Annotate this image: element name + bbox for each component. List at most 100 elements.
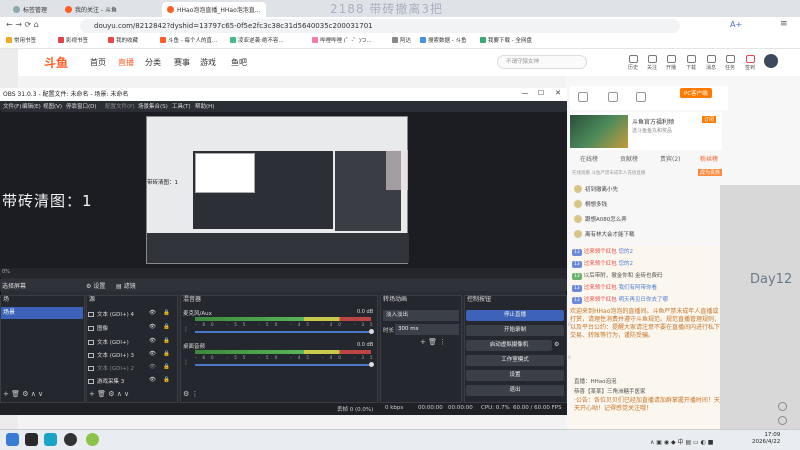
obs-icon[interactable] [64,433,77,446]
transition-buttons[interactable]: + 🗑 ⋮ [420,338,446,346]
lock-icon: 🔒 [163,364,170,370]
source-item[interactable]: 文本 (GDI+) 👁 🔒 [88,338,176,346]
system-tray[interactable]: ∧ ▣ ◉ ◆ 中 ▤ ▭ ◐ ■ [650,437,713,446]
help-icon[interactable] [778,416,787,425]
browser-tab-active[interactable]: HHao泡泡直播_HHao泡泡直… [162,2,266,17]
subscribe-button[interactable]: 订阅 [702,116,717,123]
bookmark[interactable]: 常用书签 [6,36,36,44]
bookmark[interactable]: 哔哩哔哩 (゜-゜)つ... [312,36,372,44]
become-noble-button[interactable]: 成为贵族 [698,169,723,176]
studio-mode-button[interactable]: 工作室模式 [466,355,564,366]
browser-tab[interactable]: 标签管理 [8,2,52,17]
nav-forum[interactable]: 鱼吧 [231,57,247,68]
browser-tab[interactable]: 我的关注 - 斗鱼 [60,2,122,17]
menu-scene-collection[interactable]: 场景集合(S) [138,102,168,110]
properties-button[interactable]: ⚙ 设置 [86,281,105,290]
filters-button[interactable]: ▤ 滤镜 [116,281,136,290]
nav-buttons[interactable]: ← → ⟳ ⌂ [6,20,39,29]
minimize-button[interactable]: — [517,89,533,97]
nav-category[interactable]: 分类 [145,57,161,68]
bookmark[interactable]: 影视书签 [58,36,88,44]
checkin-icon[interactable]: 签到 [742,55,758,71]
eye-icon: 👁 [149,338,156,344]
transition-select[interactable]: 淡入淡出 [383,310,459,321]
app-icon[interactable] [44,433,57,446]
menu-icon[interactable]: ≡ [780,19,788,29]
scene-buttons[interactable]: + 🗑 ⚙ ∧ ∨ [3,390,43,398]
bookmark[interactable]: 凌亚逆袭:绝不容... [230,36,284,44]
menu-edit[interactable]: 编辑(E) [22,102,41,110]
bookmark[interactable]: 阿达 [392,36,411,44]
browser-icon[interactable] [86,433,99,446]
source-buttons[interactable]: + 🗑 ⚙ ∧ ∨ [89,390,129,398]
start-recording-button[interactable]: 开始录制 [466,325,564,336]
share-icon[interactable] [578,92,588,102]
mixer-menu-icon[interactable]: ⋮ [183,359,189,366]
task-icon[interactable]: 任务 [722,55,738,71]
clock[interactable]: 17:09 2026/4/22 [752,432,780,446]
nav-live[interactable]: 直播 [118,57,134,68]
start-icon[interactable] [6,433,19,446]
stop-streaming-button[interactable]: 停止直播 [466,310,564,321]
report-icon[interactable] [608,92,618,102]
douyu-search-input[interactable]: 不谓守猿女神 [497,55,587,69]
virtual-camera-button[interactable]: 启动虚拟摄像机 [466,340,552,351]
blurred-region [386,150,408,190]
site-icon [230,37,236,43]
fan-avatar [574,215,582,223]
download-icon[interactable]: 下载 [683,55,699,71]
mixer-menu-icon[interactable]: ⋮ [183,326,189,333]
bookmark[interactable]: 我要下载 - 全网盘 [480,36,532,44]
history-icon[interactable]: 历史 [625,55,641,71]
menu-docks[interactable]: 停靠窗口(D) [66,102,97,110]
chat-message: 13 以后带附，撤金你和 金砖也费码 [572,273,663,280]
menu-tools[interactable]: 工具(T) [172,102,191,110]
phone-icon[interactable] [636,92,646,102]
nav-events[interactable]: 赛事 [174,57,190,68]
source-item[interactable]: 文本 (GDI+) 4 👁 🔒 [88,310,176,318]
tab-contribution[interactable]: 贡献榜 [620,154,638,163]
volume-knob[interactable] [369,362,374,367]
maximize-button[interactable]: ☐ [533,89,549,97]
source-item[interactable]: 游戏采集 3 👁 🔒 [88,377,176,385]
volume-meter [195,350,371,354]
mixer-buttons[interactable]: ⚙ ⋮ [183,390,199,398]
tab-vip[interactable]: 贵宾(2) [660,154,681,163]
terminal-icon[interactable] [25,433,38,446]
broadcast-icon[interactable]: 开播 [663,55,679,71]
source-item[interactable]: 文本 (GDI+) 3 👁 🔒 [88,351,176,359]
close-button[interactable]: ✕ [550,89,566,97]
pc-client-link[interactable]: PC客户端 [680,88,712,98]
menu-help[interactable]: 帮助(H) [195,102,214,110]
tab-online[interactable]: 在线榜 [580,154,598,163]
nav-games[interactable]: 游戏 [200,57,216,68]
settings-button[interactable]: 设置 [466,370,564,381]
gear-icon[interactable] [778,402,787,411]
source-item[interactable]: 文本 (GDI+) 2 👁 🔒 [88,364,176,372]
avatar[interactable] [764,54,778,68]
douyu-logo[interactable]: 斗鱼 [44,54,68,71]
bookmark[interactable]: 斗鱼 - 每个人的直... [160,36,217,44]
bookmark[interactable]: 我的收藏 [108,36,138,44]
preview-status-strip [0,268,567,278]
menu-view[interactable]: 视图(V) [43,102,62,110]
exit-button[interactable]: 退出 [466,385,564,396]
menu-profile[interactable]: 配置文件(P) [105,102,135,110]
url-input[interactable]: douyu.com/8212842?dyshid=13797c65-0f5e2f… [80,19,680,33]
tab-fans[interactable]: 粉丝榜 [700,154,718,163]
gear-icon[interactable]: ⚙ [554,341,559,348]
fan-avatar [574,200,582,208]
follow-icon[interactable]: 关注 [644,55,660,71]
volume-slider[interactable] [195,331,371,333]
nav-home[interactable]: 首页 [90,57,106,68]
message-icon[interactable]: 消息 [703,55,719,71]
scene-item-selected[interactable]: 场景 [1,307,83,319]
ai-button[interactable]: A+ [730,20,742,29]
duration-input[interactable]: 300 ms [395,324,459,335]
volume-slider[interactable] [195,364,371,366]
promo-banner[interactable]: 斗鱼官方福利频 送斗鱼鱼丸和奖品 订阅 [570,112,722,150]
volume-knob[interactable] [369,329,374,334]
bookmark[interactable]: 搜索数据 - 斗鱼 [420,36,466,44]
menu-file[interactable]: 文件(F) [3,102,21,110]
source-item[interactable]: 图像 👁 🔒 [88,324,176,332]
